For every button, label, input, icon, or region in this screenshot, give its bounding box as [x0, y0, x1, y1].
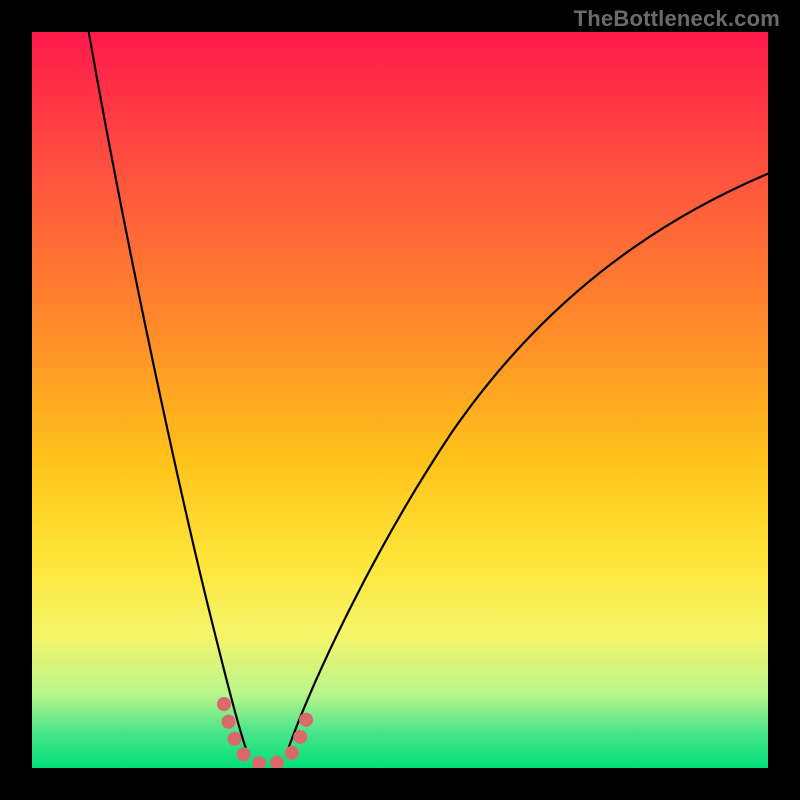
attribution-label: TheBottleneck.com	[574, 6, 780, 32]
curve-svg	[32, 32, 768, 768]
chart-frame: TheBottleneck.com	[0, 0, 800, 800]
plot-area	[32, 32, 768, 768]
valley-marker-path	[224, 704, 310, 764]
right-curve	[287, 172, 768, 752]
left-curve	[87, 32, 247, 752]
